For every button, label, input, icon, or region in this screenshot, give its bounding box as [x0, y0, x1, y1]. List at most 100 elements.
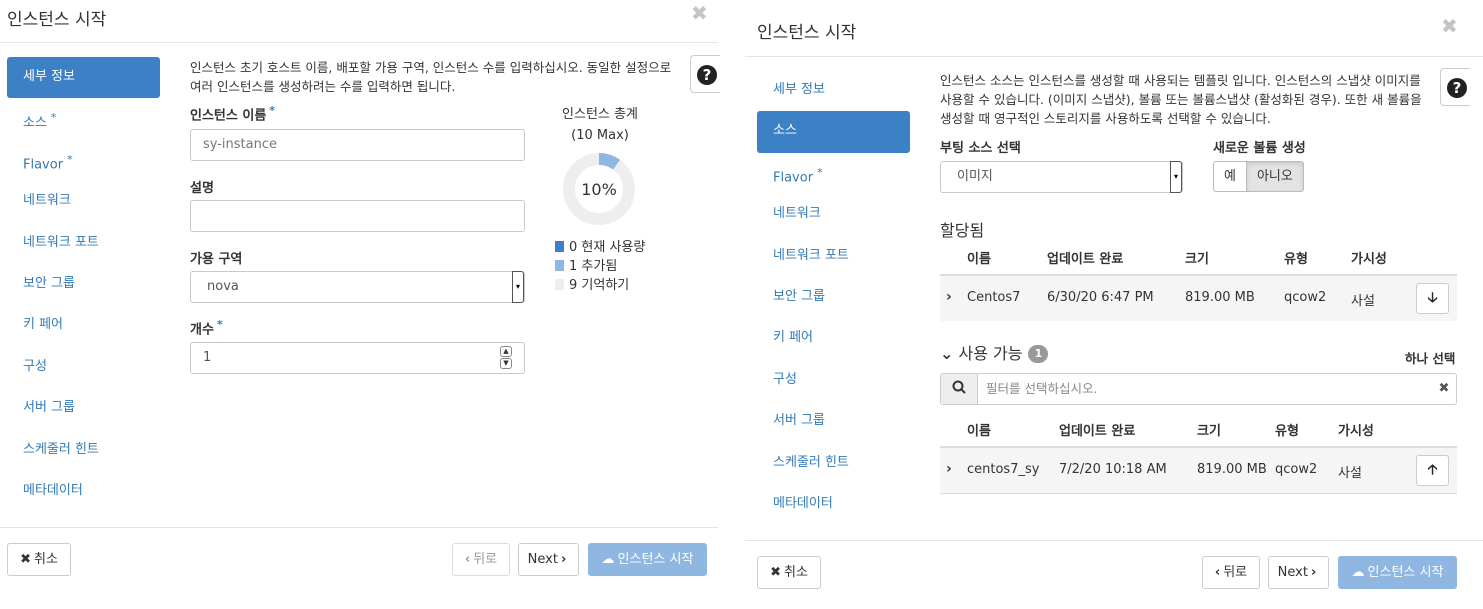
- nav-item-label: 서버 그룹: [773, 413, 825, 429]
- close-icon: ✖: [770, 565, 781, 580]
- close-icon[interactable]: ✖: [1441, 16, 1458, 36]
- nav-item-2[interactable]: Flavor *: [7, 140, 160, 181]
- nav-item-5[interactable]: 보안 그룹: [757, 277, 910, 318]
- nav-item-1[interactable]: 소스 *: [7, 98, 160, 139]
- cancel-button[interactable]: ✖ 취소: [7, 543, 71, 576]
- nav-item-label: 서버 그룹: [23, 400, 75, 416]
- select-value: nova: [207, 279, 239, 294]
- help-button[interactable]: ?: [690, 55, 720, 93]
- nav-item-5[interactable]: 보안 그룹: [7, 264, 160, 305]
- boot-source-select[interactable]: 이미지 ▾: [940, 161, 1183, 193]
- modal-title: 인스턴스 시작: [7, 10, 107, 30]
- new-volume-toggle[interactable]: 예 아니오: [1213, 161, 1304, 192]
- cell-size: 819.00 MB: [1185, 290, 1255, 305]
- chevron-right-icon: ›: [1310, 565, 1317, 580]
- col-header: 업데이트 완료: [1047, 252, 1124, 267]
- chevron-right-icon[interactable]: ›: [946, 461, 952, 477]
- nav-item-1[interactable]: 소스: [757, 111, 910, 153]
- caret-down-icon[interactable]: ▾: [512, 271, 524, 303]
- count-input[interactable]: 1 ▲ ▼: [190, 342, 525, 374]
- description-input[interactable]: [190, 200, 525, 232]
- nav-item-9[interactable]: 스케줄러 힌트: [757, 443, 910, 484]
- arrow-up-icon[interactable]: 🡡: [1416, 455, 1449, 486]
- chevron-down-icon[interactable]: ⌄: [940, 344, 953, 363]
- chevron-right-icon[interactable]: ›: [946, 289, 952, 305]
- legend-swatch: [555, 260, 564, 271]
- description-label: 설명: [190, 181, 214, 196]
- count-label: 개수 *: [190, 318, 223, 337]
- button-label: 뒤로: [473, 552, 498, 567]
- required-icon: *: [67, 152, 73, 166]
- filter-search[interactable]: 필터를 선택하십시오. ✖: [940, 373, 1457, 405]
- new-volume-yes[interactable]: 예: [1214, 162, 1246, 191]
- footer-divider: [745, 540, 1483, 541]
- nav-item-4[interactable]: 네트워크 포트: [7, 223, 160, 264]
- close-icon[interactable]: ✖: [691, 3, 708, 23]
- next-button[interactable]: Next ›: [1268, 556, 1329, 589]
- boot-source-label: 부팅 소스 선택: [940, 141, 1021, 156]
- cell-name: centos7_sy: [967, 462, 1040, 477]
- cloud-upload-icon: ☁: [1351, 565, 1365, 580]
- table-row[interactable]: › centos7_sy 7/2/20 10:18 AM 819.00 MB q…: [940, 448, 1457, 493]
- spin-up-icon[interactable]: ▲: [500, 346, 512, 357]
- legend-swatch: [555, 241, 564, 252]
- step-description: 인스턴스 초기 호스트 이름, 배포할 가용 구역, 인스턴스 수를 입력하십시…: [190, 58, 690, 96]
- nav-item-10[interactable]: 메타데이터: [757, 484, 910, 525]
- legend-item: 1 추가됨: [555, 257, 645, 276]
- nav-item-label: 세부 정보: [23, 69, 75, 84]
- col-header: 유형: [1275, 424, 1299, 439]
- nav-item-0[interactable]: 세부 정보: [7, 57, 160, 99]
- cancel-button[interactable]: ✖ 취소: [757, 556, 821, 589]
- nav-item-8[interactable]: 서버 그룹: [7, 388, 160, 429]
- launch-instance-button[interactable]: ☁ 인스턴스 시작: [588, 543, 707, 576]
- nav-item-9[interactable]: 스케줄러 힌트: [7, 430, 160, 471]
- cell-type: qcow2: [1284, 290, 1327, 305]
- launch-instance-button[interactable]: ☁ 인스턴스 시작: [1338, 556, 1457, 589]
- nav-item-4[interactable]: 네트워크 포트: [757, 236, 910, 277]
- nav-item-3[interactable]: 네트워크: [7, 181, 160, 222]
- number-spinner[interactable]: ▲ ▼: [500, 346, 512, 370]
- nav-item-10[interactable]: 메타데이터: [7, 471, 160, 512]
- caret-down-icon[interactable]: ▾: [1170, 161, 1182, 193]
- cloud-upload-icon: ☁: [601, 552, 615, 567]
- back-button[interactable]: ‹ 뒤로: [452, 543, 510, 576]
- arrow-down-icon[interactable]: 🡣: [1416, 283, 1449, 314]
- donut-center-label: 10%: [581, 180, 617, 199]
- availability-zone-select[interactable]: nova ▾: [190, 271, 525, 303]
- nav-item-0[interactable]: 세부 정보: [757, 70, 910, 111]
- filter-input[interactable]: 필터를 선택하십시오.: [978, 374, 1432, 404]
- legend-swatch: [555, 279, 564, 290]
- nav-item-7[interactable]: 구성: [7, 347, 160, 388]
- col-header: 이름: [967, 424, 991, 439]
- nav-item-6[interactable]: 키 페어: [757, 318, 910, 359]
- cell-updated: 6/30/20 6:47 PM: [1047, 290, 1154, 305]
- nav-item-label: 스케줄러 힌트: [23, 441, 99, 457]
- nav-item-8[interactable]: 서버 그룹: [757, 401, 910, 442]
- nav-item-3[interactable]: 네트워크: [757, 194, 910, 235]
- nav-item-label: 보안 그룹: [23, 275, 75, 291]
- clear-icon[interactable]: ✖: [1432, 374, 1456, 404]
- description-line: 여러 인스턴스를 생성하려는 수를 입력하면 됩니다.: [190, 79, 456, 94]
- next-button[interactable]: Next ›: [518, 543, 579, 576]
- spin-down-icon[interactable]: ▼: [500, 358, 512, 369]
- label-text: 개수: [190, 322, 214, 338]
- required-icon: *: [50, 111, 57, 125]
- instance-name-input[interactable]: sy-instance: [190, 129, 525, 161]
- cell-visibility: 사설: [1351, 294, 1375, 309]
- footer-divider: [0, 527, 718, 528]
- new-volume-no[interactable]: 아니오: [1245, 162, 1303, 191]
- cell-name: Centos7: [967, 290, 1021, 305]
- legend-label: 추가됨: [581, 259, 618, 274]
- step-description: 인스턴스 소스는 인스턴스를 생성할 때 사용되는 템플릿 입니다. 인스턴스의…: [940, 71, 1440, 128]
- table-row[interactable]: › Centos7 6/30/20 6:47 PM 819.00 MB qcow…: [940, 276, 1457, 321]
- required-icon: *: [269, 104, 276, 117]
- col-header: 유형: [1284, 252, 1308, 267]
- help-button[interactable]: ?: [1440, 68, 1470, 106]
- nav-item-6[interactable]: 키 페어: [7, 305, 160, 346]
- back-button[interactable]: ‹ 뒤로: [1202, 556, 1260, 589]
- nav-item-2[interactable]: Flavor *: [757, 153, 910, 194]
- nav-item-label: 키 페어: [23, 317, 64, 333]
- legend-label: 현재 사용량: [581, 240, 646, 255]
- col-header: 이름: [967, 252, 991, 267]
- nav-item-7[interactable]: 구성: [757, 360, 910, 401]
